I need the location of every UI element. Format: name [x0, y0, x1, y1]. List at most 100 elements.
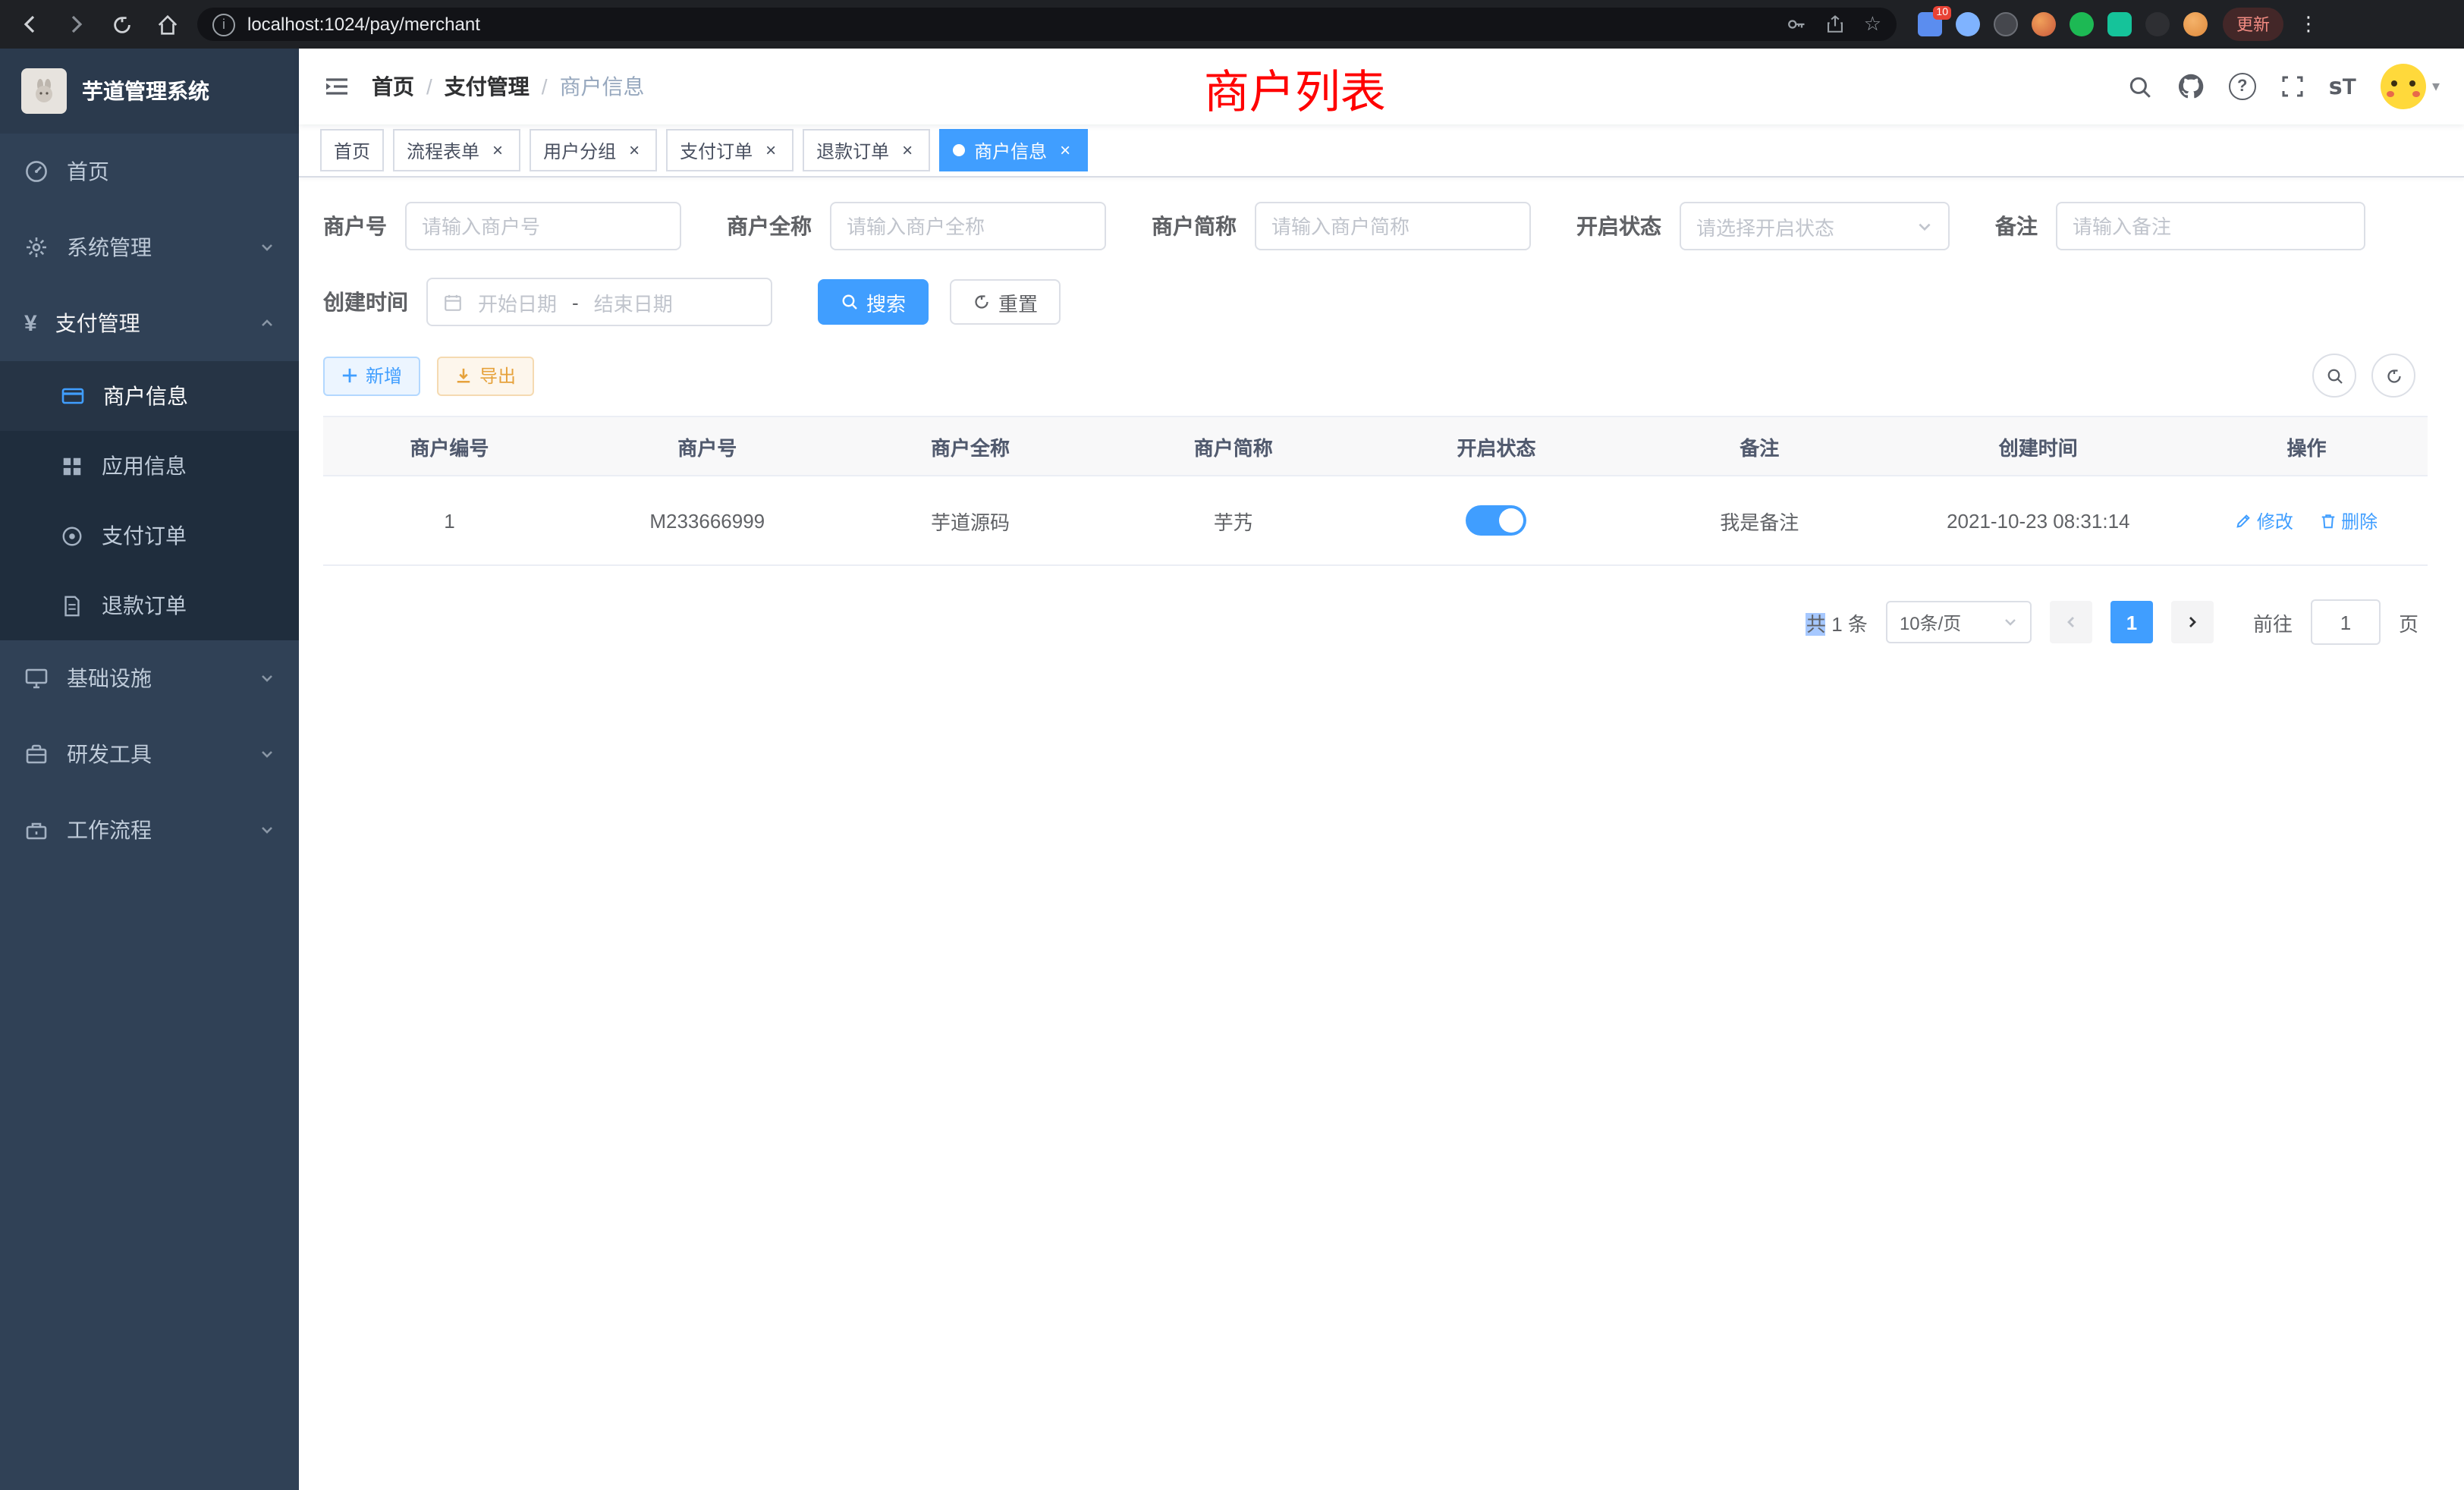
fullscreen-icon[interactable]	[2280, 74, 2305, 99]
extension-icon[interactable]	[2145, 12, 2170, 36]
reset-button[interactable]: 重置	[950, 279, 1061, 325]
sidebar-item-label: 工作流程	[67, 815, 152, 845]
forward-icon[interactable]	[61, 9, 91, 39]
bookmark-star-icon[interactable]: ☆	[1864, 12, 1881, 36]
delete-link[interactable]: 删除	[2320, 508, 2378, 533]
add-button[interactable]: 新增	[323, 356, 420, 395]
extension-icon[interactable]: 10	[1918, 12, 1942, 36]
date-range-picker[interactable]: 开始日期 - 结束日期	[426, 278, 772, 326]
sidebar-item-payment[interactable]: ¥ 支付管理	[0, 285, 299, 361]
sidebar-item-merchant-info[interactable]: 商户信息	[0, 361, 299, 431]
help-icon[interactable]: ?	[2229, 73, 2256, 100]
back-icon[interactable]	[15, 9, 46, 39]
toolbox-icon	[24, 742, 49, 766]
extension-icon[interactable]	[2107, 12, 2132, 36]
browser-chrome: i localhost:1024/pay/merchant ☆ 10	[0, 0, 2464, 49]
short-name-input[interactable]	[1255, 202, 1531, 250]
share-icon[interactable]	[1826, 14, 1846, 35]
page-size-select[interactable]: 10条/页	[1886, 601, 2032, 643]
tab-label: 流程表单	[407, 137, 479, 163]
sidebar-item-devtools[interactable]: 研发工具	[0, 716, 299, 792]
sidebar-item-refund-order[interactable]: 退款订单	[0, 571, 299, 640]
extension-icon[interactable]	[2070, 12, 2094, 36]
tab-user-group[interactable]: 用户分组 ×	[530, 129, 657, 171]
breadcrumb-item[interactable]: 首页	[372, 71, 414, 102]
merchant-table: 商户编号 商户号 商户全称 商户简称 开启状态 备注 创建时间 操作 1	[323, 416, 2428, 566]
sidebar-item-home[interactable]: 首页	[0, 134, 299, 209]
site-info-icon[interactable]: i	[212, 13, 235, 36]
extension-icon[interactable]	[1994, 12, 2018, 36]
col-header: 商户全称	[839, 417, 1102, 476]
breadcrumb-item-current: 商户信息	[560, 71, 645, 102]
close-icon[interactable]: ×	[489, 140, 507, 161]
tab-home[interactable]: 首页	[320, 129, 384, 171]
col-header: 商户号	[576, 417, 839, 476]
merchant-no-input[interactable]	[405, 202, 681, 250]
github-icon[interactable]	[2177, 73, 2205, 100]
extension-icon[interactable]	[1956, 12, 1980, 36]
export-button[interactable]: 导出	[437, 356, 534, 395]
yen-icon: ¥	[24, 310, 37, 336]
font-size-icon[interactable]: ꜱT	[2329, 73, 2356, 100]
status-toggle[interactable]	[1466, 505, 1527, 536]
search-button[interactable]: 搜索	[818, 279, 929, 325]
tab-refund-order[interactable]: 退款订单 ×	[803, 129, 930, 171]
gear-icon	[24, 235, 49, 259]
sidebar-item-label: 基础设施	[67, 663, 152, 693]
delete-link-label: 删除	[2341, 508, 2378, 533]
full-name-input[interactable]	[830, 202, 1106, 250]
breadcrumb-item[interactable]: 支付管理	[445, 71, 530, 102]
search-icon[interactable]	[2127, 74, 2153, 99]
refresh-icon	[2384, 366, 2403, 385]
password-key-icon[interactable]	[1787, 14, 1808, 35]
page-number-button[interactable]: 1	[2110, 601, 2153, 643]
cell-remark: 我是备注	[1628, 476, 1891, 565]
calendar-icon	[443, 292, 463, 312]
chrome-menu-icon[interactable]: ⋮	[2299, 12, 2314, 36]
remark-label: 备注	[1995, 211, 2038, 241]
reload-icon[interactable]	[106, 9, 137, 39]
toggle-knob	[1500, 508, 1524, 533]
goto-page-input[interactable]	[2311, 599, 2381, 645]
sidebar-item-workflow[interactable]: 工作流程	[0, 792, 299, 868]
sidebar-item-pay-order[interactable]: 支付订单	[0, 501, 299, 571]
sidebar-item-infra[interactable]: 基础设施	[0, 640, 299, 716]
refresh-table-button[interactable]	[2371, 354, 2415, 398]
page-content: 商户号 商户全称 商户简称 开启状态 请选择开启状态	[299, 178, 2464, 1490]
edit-link[interactable]: 修改	[2236, 508, 2293, 533]
close-icon[interactable]: ×	[1056, 140, 1074, 161]
remark-input[interactable]	[2056, 202, 2365, 250]
profile-avatar-icon[interactable]	[2183, 12, 2208, 36]
status-select[interactable]: 请选择开启状态	[1680, 202, 1950, 250]
close-icon[interactable]: ×	[898, 140, 916, 161]
full-name-label: 商户全称	[727, 211, 812, 241]
chevron-up-icon	[259, 316, 275, 331]
user-menu[interactable]: ▾	[2381, 64, 2440, 109]
tab-process-form[interactable]: 流程表单 ×	[393, 129, 520, 171]
close-icon[interactable]: ×	[625, 140, 643, 161]
tabs-bar: 首页 流程表单 × 用户分组 × 支付订单 × 退款订单 ×	[299, 124, 2464, 178]
toggle-search-button[interactable]	[2312, 354, 2356, 398]
sidebar-item-app-info[interactable]: 应用信息	[0, 431, 299, 501]
credit-card-icon	[61, 384, 85, 408]
url-text[interactable]: localhost:1024/pay/merchant	[247, 14, 1774, 35]
tab-label: 首页	[334, 137, 370, 163]
trash-icon	[2320, 512, 2337, 529]
url-bar[interactable]: i localhost:1024/pay/merchant ☆	[197, 8, 1897, 41]
app-logo[interactable]: 芋道管理系统	[0, 49, 299, 134]
sidebar-toggle-icon[interactable]	[323, 73, 350, 100]
pagination: 共 1 条 10条/页 1 前往	[323, 599, 2428, 645]
col-header: 商户编号	[323, 417, 576, 476]
next-page-button[interactable]	[2171, 601, 2214, 643]
chrome-update-button[interactable]: 更新	[2223, 8, 2283, 41]
close-icon[interactable]: ×	[762, 140, 780, 161]
sidebar-item-system[interactable]: 系统管理	[0, 209, 299, 285]
tab-pay-order[interactable]: 支付订单 ×	[666, 129, 794, 171]
user-avatar[interactable]	[2381, 64, 2426, 109]
home-icon[interactable]	[152, 9, 182, 39]
prev-page-button[interactable]	[2050, 601, 2092, 643]
tab-merchant-info[interactable]: 商户信息 ×	[939, 129, 1088, 171]
goto-label: 前往	[2253, 608, 2293, 637]
extension-icon[interactable]	[2032, 12, 2056, 36]
cell-full-name: 芋道源码	[839, 476, 1102, 565]
